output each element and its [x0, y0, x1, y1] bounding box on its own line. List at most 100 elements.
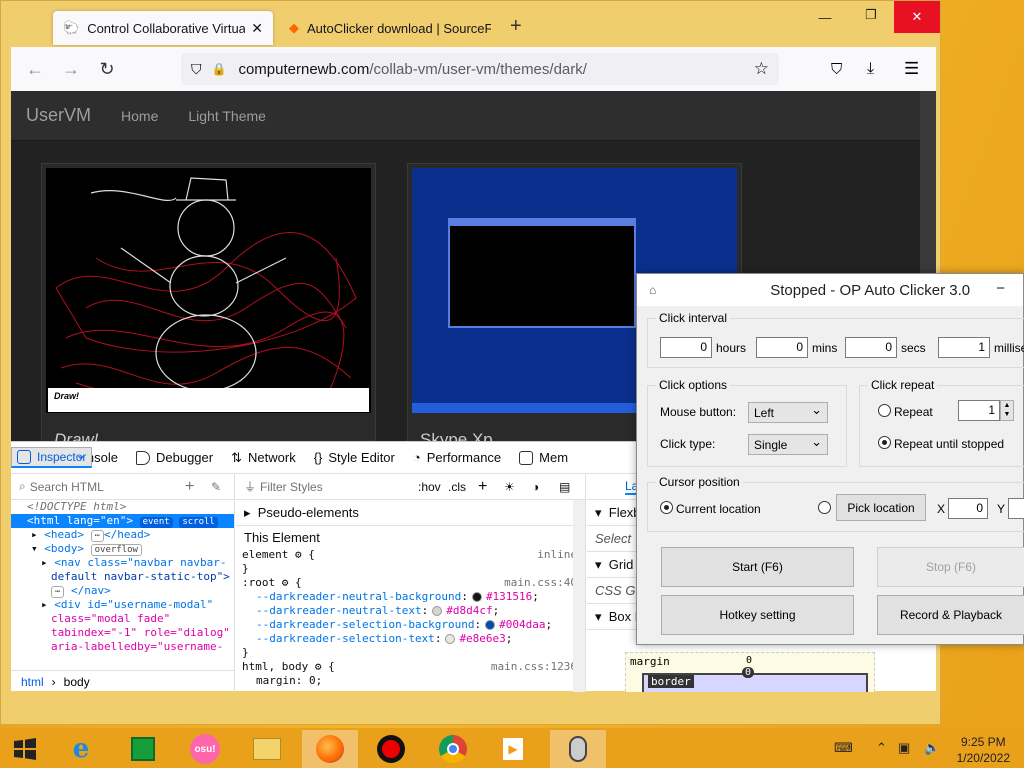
- new-tab-icon[interactable]: +: [510, 15, 522, 38]
- minimize-icon[interactable]: —: [802, 1, 848, 33]
- site-brand[interactable]: UserVM: [26, 105, 91, 126]
- color-swatch[interactable]: [471, 592, 482, 602]
- maximize-icon[interactable]: ❐: [848, 0, 894, 31]
- add-rule-icon[interactable]: +: [478, 478, 487, 496]
- osu-icon[interactable]: osu!: [180, 730, 230, 768]
- repeat-spinner[interactable]: ▲ ▼: [1000, 400, 1014, 421]
- lock-icon[interactable]: 🔒: [212, 62, 227, 76]
- clock[interactable]: 9:25 PM 1/20/2022: [957, 734, 1010, 766]
- root-source-link[interactable]: main.css:40: [504, 576, 577, 590]
- x-input[interactable]: 0: [948, 498, 988, 519]
- start-button-icon[interactable]: [0, 730, 50, 768]
- mouse-button-select[interactable]: Left: [748, 402, 828, 423]
- filter-styles[interactable]: ⏚ Filter Styles :hov .cls + ☀ ◑ ▤: [236, 474, 585, 500]
- add-node-icon[interactable]: +: [185, 478, 194, 496]
- internet-explorer-icon[interactable]: e: [56, 730, 106, 768]
- repeat-radio[interactable]: [878, 404, 891, 417]
- margin-value[interactable]: 0: [746, 655, 752, 666]
- pseudo-elements-toggle[interactable]: ▸ Pseudo-elements: [236, 500, 585, 526]
- minimize-icon[interactable]: −: [996, 280, 1005, 297]
- reload-icon[interactable]: ↻: [89, 59, 125, 80]
- menu-icon[interactable]: ☰: [904, 59, 919, 79]
- light-scheme-icon[interactable]: ☀: [504, 480, 515, 494]
- root-rule[interactable]: :root ⚙ {main.css:40: [236, 576, 585, 590]
- network-icon[interactable]: ▣: [898, 740, 910, 756]
- html-body-rule[interactable]: html, body ⚙ {main.css:1236: [236, 660, 585, 674]
- nav-light-theme[interactable]: Light Theme: [188, 108, 266, 124]
- current-location-radio[interactable]: [660, 501, 673, 514]
- downloads-icon[interactable]: ⤓: [867, 60, 874, 78]
- nav-node[interactable]: ▸ <nav class="navbar navbar-: [11, 556, 234, 570]
- div-node[interactable]: ▸ <div id="username-modal": [11, 598, 234, 612]
- nav-home[interactable]: Home: [121, 108, 158, 124]
- tab-inspector[interactable]: Inspector: [11, 447, 93, 468]
- repeat-count-input[interactable]: 1: [958, 400, 1000, 421]
- tab-performance[interactable]: ◔ Performance: [404, 442, 510, 473]
- autoclicker-taskbar-icon[interactable]: [550, 730, 606, 768]
- click-type-select[interactable]: Single: [748, 434, 828, 455]
- close-window-icon[interactable]: ✕: [894, 1, 940, 33]
- tab-network[interactable]: ⇅ Network: [222, 442, 305, 473]
- crumb-html[interactable]: html: [21, 675, 44, 689]
- forward-icon[interactable]: →: [53, 59, 89, 80]
- rules-scrollbar[interactable]: [573, 500, 585, 692]
- close-tab-icon[interactable]: ✕: [251, 20, 263, 37]
- tracking-shield-icon[interactable]: ⛉: [191, 61, 202, 78]
- pick-location-button[interactable]: Pick location: [836, 494, 926, 521]
- stop-button[interactable]: Stop (F6): [877, 547, 1024, 587]
- url-bar[interactable]: ⛉ 🔒 computernewb.com/collab-vm/user-vm/t…: [181, 53, 779, 85]
- firefox-taskbar-icon[interactable]: [302, 730, 358, 768]
- print-icon[interactable]: ▤: [559, 480, 570, 494]
- color-swatch[interactable]: [445, 634, 456, 644]
- media-player-icon[interactable]: ▶: [488, 730, 538, 768]
- tab-collab-vm[interactable]: 🐑 Control Collaborative Virtual M ✕: [53, 11, 273, 45]
- body-node[interactable]: ▾ <body> overflow: [11, 542, 234, 556]
- bookmark-star-icon[interactable]: ☆: [754, 59, 769, 79]
- volume-icon[interactable]: 🔈: [924, 740, 940, 756]
- tab-autoclicker[interactable]: ◆ AutoClicker download | SourceF: [279, 11, 501, 45]
- vm-card-draw[interactable]: Draw! Draw!: [41, 163, 376, 441]
- css-var-line[interactable]: --darkreader-selection-background: #004da…: [236, 618, 585, 632]
- dark-scheme-icon[interactable]: ◑: [532, 480, 539, 494]
- border-value[interactable]: 0: [742, 667, 755, 678]
- css-var-line[interactable]: --darkreader-selection-text: #e8e6e3;: [236, 632, 585, 646]
- secs-input[interactable]: 0: [845, 337, 897, 358]
- hotkey-setting-button[interactable]: Hotkey setting: [661, 595, 854, 635]
- pocket-icon[interactable]: ⛉: [831, 61, 842, 78]
- crumb-body[interactable]: body: [64, 675, 90, 689]
- store-icon[interactable]: [118, 730, 168, 768]
- start-button[interactable]: Start (F6): [661, 547, 854, 587]
- eyedropper-icon[interactable]: ✎: [211, 480, 221, 494]
- margin-decl[interactable]: margin: 0;: [236, 674, 585, 688]
- tab-debugger[interactable]: Debugger: [127, 442, 222, 473]
- chrome-icon[interactable]: [428, 730, 478, 768]
- tab-style-editor[interactable]: {} Style Editor: [305, 442, 404, 473]
- color-swatch[interactable]: [432, 606, 443, 616]
- hours-input[interactable]: 0: [660, 337, 712, 358]
- record-playback-button[interactable]: Record & Playback: [877, 595, 1024, 635]
- url-text[interactable]: computernewb.com/collab-vm/user-vm/theme…: [238, 61, 586, 78]
- mins-input[interactable]: 0: [756, 337, 808, 358]
- cls-toggle[interactable]: .cls: [448, 480, 466, 494]
- css-var-line[interactable]: --darkreader-neutral-text: #d8d4cf;: [236, 604, 585, 618]
- show-hidden-icons-icon[interactable]: ⌃: [876, 740, 887, 756]
- keyboard-icon[interactable]: ⌨: [834, 740, 853, 756]
- filter-icon: ⏚: [244, 480, 257, 494]
- html-search[interactable]: ⌕ Search HTML + ✎: [11, 474, 234, 500]
- search-icon: ⌕: [19, 479, 26, 493]
- file-explorer-icon[interactable]: [242, 730, 292, 768]
- obs-record-icon[interactable]: [366, 730, 416, 768]
- html-node[interactable]: <html lang="en"> event scroll: [11, 514, 234, 528]
- hov-toggle[interactable]: :hov: [418, 480, 441, 494]
- element-rule[interactable]: element ⚙ {inline: [236, 548, 585, 562]
- css-var-line[interactable]: --darkreader-neutral-background: #131516;: [236, 590, 585, 604]
- color-swatch[interactable]: [485, 620, 496, 630]
- head-node[interactable]: ▸ <head> ⋯ </head>: [11, 528, 234, 542]
- back-icon[interactable]: ←: [17, 59, 53, 80]
- pick-location-radio[interactable]: [818, 501, 831, 514]
- tab-memory[interactable]: Mem: [510, 442, 577, 473]
- html-body-source-link[interactable]: main.css:1236: [491, 660, 577, 674]
- repeat-until-stopped-radio[interactable]: [878, 436, 891, 449]
- y-input[interactable]: [1008, 498, 1024, 519]
- ms-input[interactable]: 1: [938, 337, 990, 358]
